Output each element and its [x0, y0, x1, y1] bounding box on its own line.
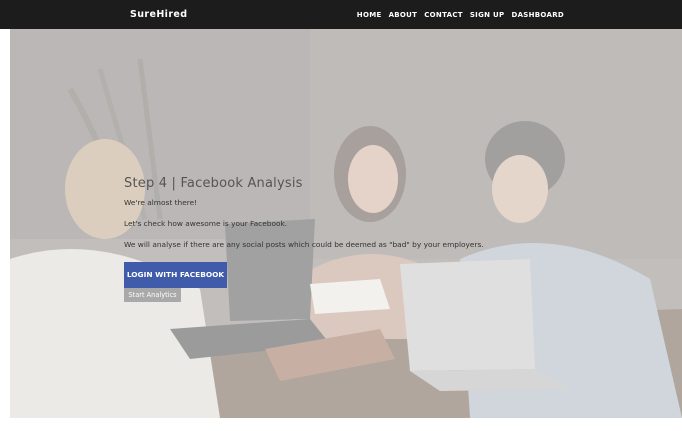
nav-links: HOME ABOUT CONTACT SIGN UP DASHBOARD [357, 0, 564, 29]
nav-dashboard[interactable]: DASHBOARD [511, 11, 564, 19]
top-navbar: SureHired HOME ABOUT CONTACT SIGN UP DAS… [0, 0, 682, 29]
intro-text: We're almost there! [124, 198, 198, 207]
step-content: Step 4 | Facebook Analysis We're almost … [124, 176, 544, 302]
nav-home[interactable]: HOME [357, 11, 382, 19]
start-analytics-button[interactable]: Start Analytics [124, 288, 181, 302]
analysis-text: We will analyse if there are any social … [124, 240, 484, 249]
step-heading: Step 4 | Facebook Analysis [124, 176, 303, 191]
nav-sign-up[interactable]: SIGN UP [470, 11, 505, 19]
nav-contact[interactable]: CONTACT [424, 11, 463, 19]
check-text: Let's check how awesome is your Facebook… [124, 219, 288, 228]
brand-logo[interactable]: SureHired [130, 0, 187, 29]
nav-about[interactable]: ABOUT [389, 11, 418, 19]
hero-section: Step 4 | Facebook Analysis We're almost … [10, 29, 682, 418]
login-with-facebook-button[interactable]: LOGIN WITH FACEBOOK [124, 262, 227, 288]
